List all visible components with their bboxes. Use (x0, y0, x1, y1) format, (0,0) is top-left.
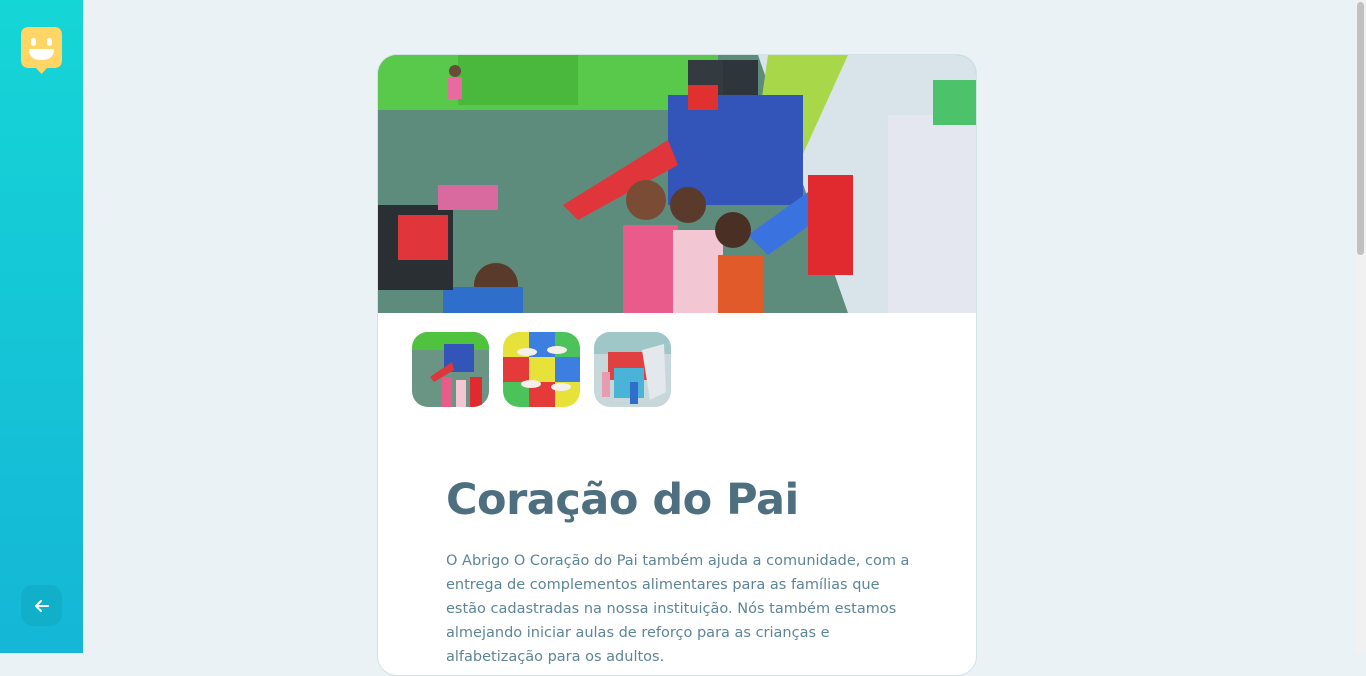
back-button[interactable] (21, 585, 62, 626)
thumbnail-2[interactable] (503, 332, 580, 407)
sidebar (0, 0, 83, 653)
thumbnail-3[interactable] (594, 332, 671, 407)
scrollbar[interactable] (1355, 0, 1366, 653)
thumbnail-gallery (412, 332, 671, 407)
orphanage-name: Coração do Pai (446, 475, 799, 525)
orphanage-description: O Abrigo O Coração do Pai também ajuda a… (446, 553, 910, 665)
orphanage-details-card: Coração do Pai O Abrigo O Coração do Pai… (377, 54, 977, 676)
orphanage-info: Coração do Pai O Abrigo O Coração do Pai… (446, 473, 916, 669)
scrollbar-thumb[interactable] (1357, 2, 1364, 255)
arrow-left-icon (34, 599, 49, 612)
logo-icon[interactable] (21, 27, 62, 74)
main-photo (378, 55, 976, 313)
thumbnail-1[interactable] (412, 332, 489, 407)
